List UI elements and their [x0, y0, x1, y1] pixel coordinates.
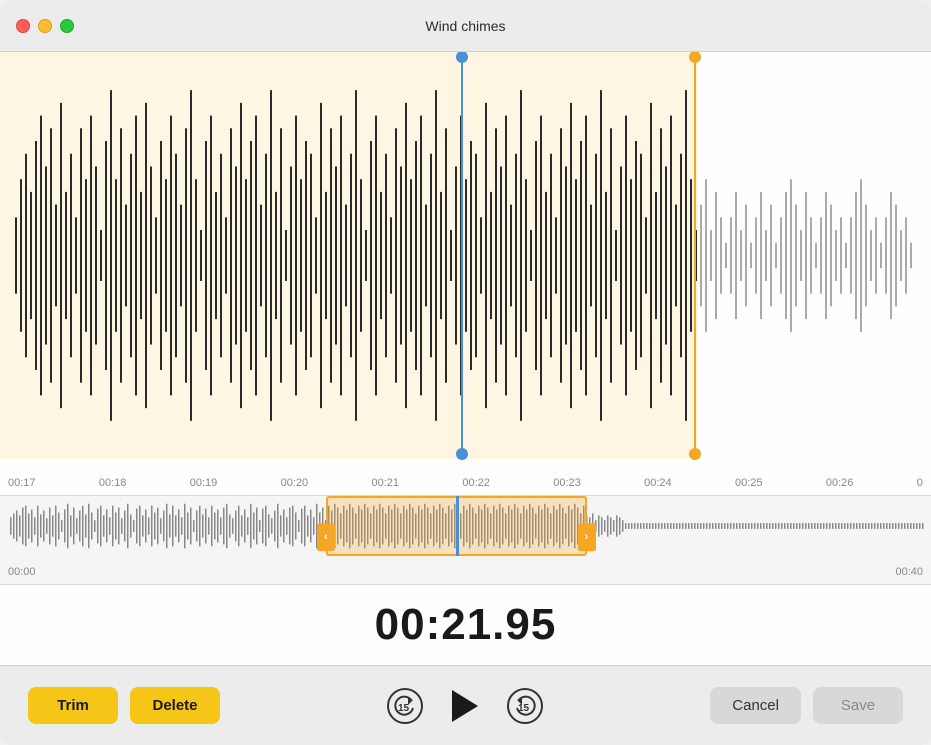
selection-right-handle[interactable]: › — [578, 523, 596, 551]
maximize-button[interactable] — [60, 19, 74, 33]
controls-center: 15 15 — [386, 687, 544, 725]
current-time: 00:21.95 — [375, 600, 557, 650]
overview-strip[interactable]: ‹ › 00:00 00:40 — [0, 495, 931, 585]
overview-start-label: 00:00 — [8, 566, 36, 578]
controls-bar: Trim Delete 15 15 Cancel — [0, 665, 931, 745]
controls-right: Cancel Save — [710, 687, 903, 724]
timeline-label-3: 00:20 — [281, 477, 309, 489]
timeline-label-9: 00:26 — [826, 477, 854, 489]
waveform-display[interactable] — [0, 52, 931, 459]
play-icon — [452, 690, 478, 722]
timeline-label-6: 00:23 — [553, 477, 581, 489]
timeline-label-8: 00:25 — [735, 477, 763, 489]
main-waveform-area[interactable]: 00:17 00:18 00:19 00:20 00:21 00:22 00:2… — [0, 52, 931, 495]
close-button[interactable] — [16, 19, 30, 33]
time-display: 00:21.95 — [0, 585, 931, 665]
delete-button[interactable]: Delete — [130, 687, 220, 724]
timeline-labels: 00:17 00:18 00:19 00:20 00:21 00:22 00:2… — [0, 477, 931, 489]
cancel-button[interactable]: Cancel — [710, 687, 801, 724]
play-button[interactable] — [452, 690, 478, 722]
trim-button[interactable]: Trim — [28, 687, 118, 724]
playhead-bottom-handle[interactable] — [456, 448, 468, 460]
timeline-label-1: 00:18 — [99, 477, 127, 489]
forward-15-button[interactable]: 15 — [506, 687, 544, 725]
timeline-label-10: 0 — [917, 477, 923, 489]
svg-text:15: 15 — [518, 703, 530, 714]
overview-playhead[interactable] — [456, 496, 459, 556]
svg-text:15: 15 — [398, 703, 410, 714]
timeline-label-5: 00:22 — [462, 477, 490, 489]
overview-timeline: 00:00 00:40 — [0, 566, 931, 578]
controls-left: Trim Delete — [28, 687, 220, 724]
rewind-15-icon: 15 — [386, 687, 424, 725]
playhead[interactable] — [461, 52, 463, 459]
end-marker-bottom-handle[interactable] — [689, 448, 701, 460]
traffic-lights — [16, 19, 74, 33]
minimize-button[interactable] — [38, 19, 52, 33]
forward-15-icon: 15 — [506, 687, 544, 725]
overview-end-label: 00:40 — [895, 566, 923, 578]
selection-left-handle[interactable]: ‹ — [317, 523, 335, 551]
timeline-label-7: 00:24 — [644, 477, 672, 489]
window-title: Wind chimes — [425, 18, 505, 34]
save-button[interactable]: Save — [813, 687, 903, 724]
timeline-label-0: 00:17 — [8, 477, 36, 489]
timeline-label-4: 00:21 — [372, 477, 400, 489]
end-marker[interactable] — [694, 52, 696, 459]
timeline-label-2: 00:19 — [190, 477, 218, 489]
rewind-15-button[interactable]: 15 — [386, 687, 424, 725]
title-bar: Wind chimes — [0, 0, 931, 52]
main-timeline: 00:17 00:18 00:19 00:20 00:21 00:22 00:2… — [0, 459, 931, 495]
